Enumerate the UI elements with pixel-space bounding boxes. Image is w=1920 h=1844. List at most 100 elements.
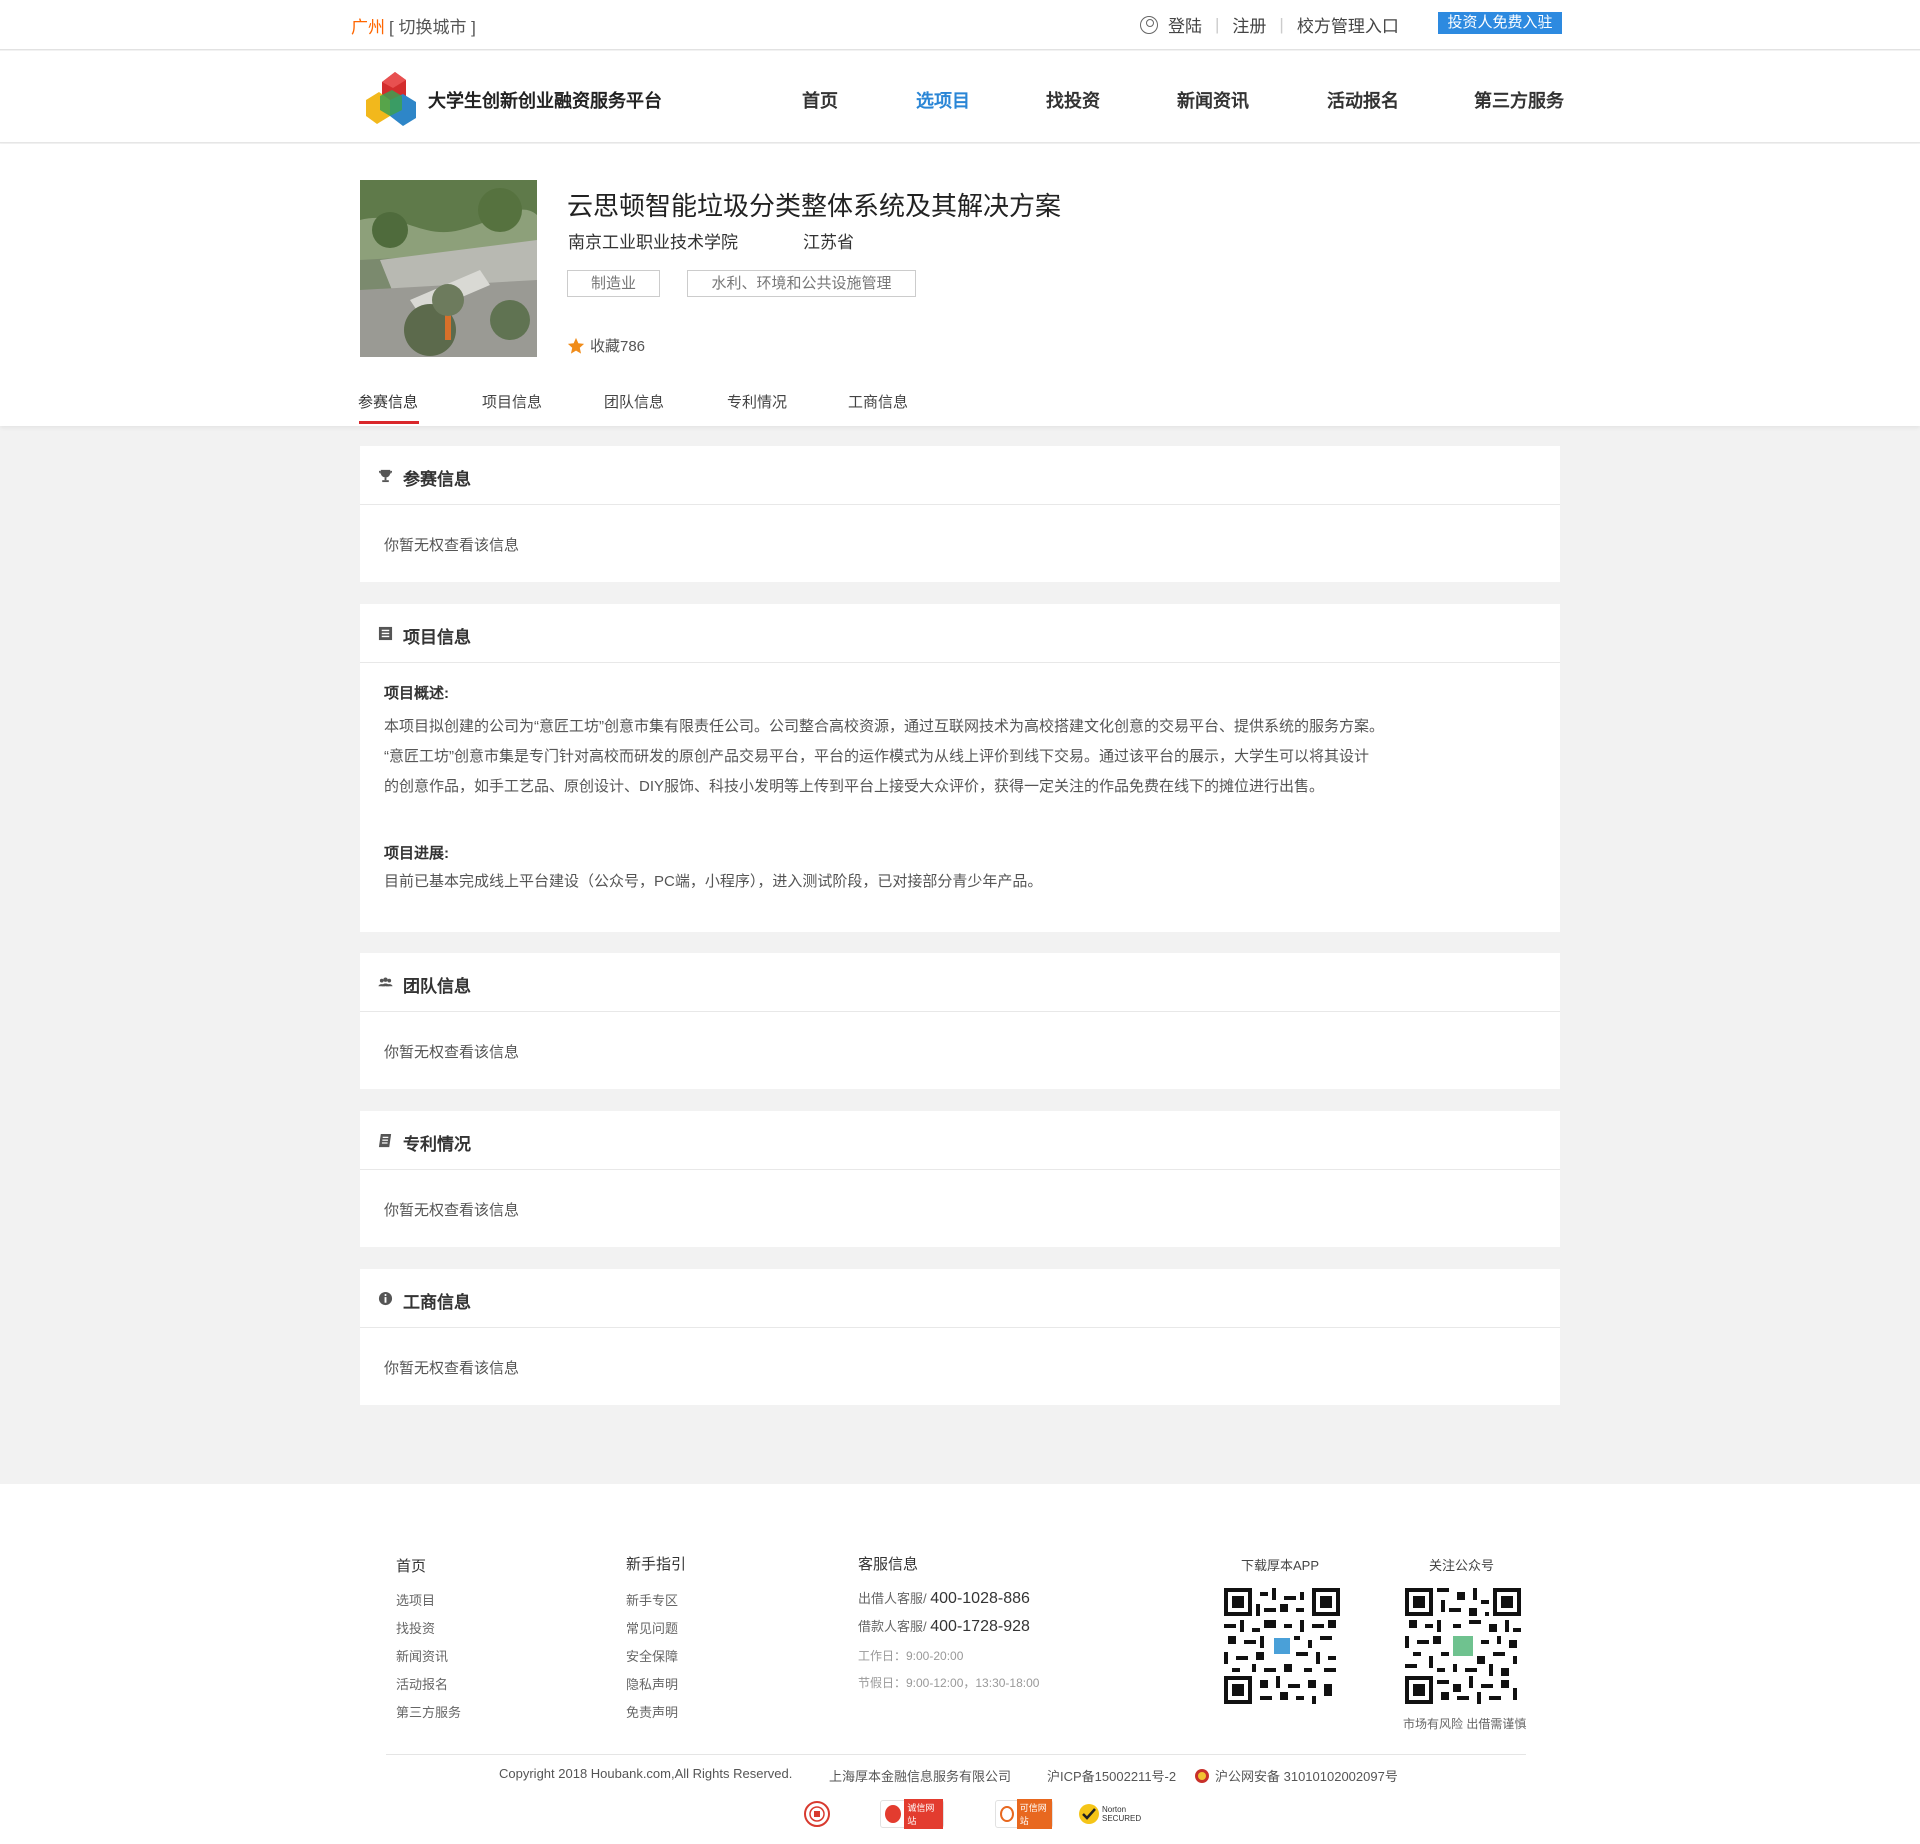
- top-bar-links: 登陆 | 注册 | 校方管理入口: [1140, 12, 1399, 37]
- norton-badge[interactable]: Norton SECURED: [1078, 1800, 1142, 1828]
- footer-link[interactable]: 选项目: [396, 1590, 435, 1609]
- footer-link[interactable]: 活动报名: [396, 1674, 448, 1693]
- nav-third-party-services[interactable]: 第三方服务: [1474, 87, 1564, 113]
- progress-text: 目前已基本完成线上平台建设（公众号，PC端，小程序），进入测试阶段，已对接部分青…: [384, 873, 1043, 890]
- norton-check-icon: [1079, 1804, 1099, 1824]
- favorite-count[interactable]: 收藏786: [567, 335, 645, 356]
- section-patent: 专利情况 你暂无权查看该信息: [360, 1111, 1560, 1247]
- nav-event-signup[interactable]: 活动报名: [1327, 87, 1399, 113]
- no-permission-text: 你暂无权查看该信息: [384, 1202, 520, 1219]
- no-permission-text: 你暂无权查看该信息: [384, 537, 520, 554]
- no-permission-text: 你暂无权查看该信息: [384, 1360, 520, 1377]
- footer-link[interactable]: 免责声明: [626, 1702, 678, 1721]
- credible-site-badge[interactable]: 诚信网站: [880, 1799, 944, 1829]
- badge-label: Norton SECURED: [1102, 1805, 1142, 1823]
- footer: 首页 选项目 找投资 新闻资讯 活动报名 第三方服务 新手指引 新手专区 常见问…: [0, 1484, 1920, 1844]
- progress-label: 项目进展:: [384, 845, 449, 862]
- project-school: 南京工业职业技术学院: [568, 233, 738, 252]
- favorite-label: 收藏786: [590, 338, 646, 355]
- document-icon: [378, 626, 393, 641]
- divider: |: [1279, 14, 1284, 34]
- footer-link[interactable]: 找投资: [396, 1618, 435, 1637]
- nav-select-project[interactable]: 选项目: [916, 87, 970, 113]
- footer-link[interactable]: 第三方服务: [396, 1702, 461, 1721]
- section-header: 工商信息: [360, 1269, 1560, 1328]
- holiday-hours: 节假日：9:00-12:00，13:30-18:00: [858, 1676, 1040, 1690]
- nav-news[interactable]: 新闻资讯: [1177, 87, 1249, 113]
- main-header: 大学生创新创业融资服务平台 首页 选项目 找投资 新闻资讯 活动报名 第三方服务: [0, 51, 1920, 143]
- info-icon: [378, 1291, 393, 1306]
- footer-divider: [386, 1754, 1526, 1755]
- project-thumbnail: [360, 180, 537, 357]
- star-icon: [567, 337, 585, 354]
- footer-link[interactable]: 常见问题: [626, 1618, 678, 1637]
- section-title: 专利情况: [403, 1135, 471, 1154]
- section-team-info: 团队信息 你暂无权查看该信息: [360, 953, 1560, 1089]
- top-bar: 广州 [ 切换城市 ] 登陆 | 注册 | 校方管理入口 投资人免费入驻: [0, 0, 1920, 50]
- company-name: 上海厚本金融信息服务有限公司: [829, 1769, 1012, 1784]
- current-city[interactable]: 广州: [351, 13, 385, 38]
- section-header: 参赛信息: [360, 446, 1560, 505]
- overview-text: 本项目拟创建的公司为“意匠工坊”创意市集有限责任公司。公司整合高校资源，通过互联…: [384, 712, 1484, 802]
- lender-hotline: 出借人客服/ 400-1028-886: [858, 1590, 1030, 1607]
- wechat-follow-title: 关注公众号: [1429, 1558, 1495, 1573]
- tab-patent[interactable]: 专利情况: [727, 391, 787, 412]
- certificate-icon: [378, 1133, 392, 1148]
- school-entry-link[interactable]: 校方管理入口: [1297, 12, 1399, 37]
- overview-line: “意匠工坊”创意市集是专门针对高校而研发的原创产品交易平台，平台的运作模式为从线…: [384, 748, 1369, 765]
- section-business-info: 工商信息 你暂无权查看该信息: [360, 1269, 1560, 1405]
- risk-warning: 市场有风险 出借需谨慎: [1403, 1717, 1527, 1731]
- section-title: 工商信息: [403, 1293, 471, 1312]
- nav-find-investment[interactable]: 找投资: [1046, 87, 1100, 113]
- footer-link[interactable]: 新闻资讯: [396, 1646, 448, 1665]
- brand-name: 大学生创新创业融资服务平台: [428, 91, 662, 111]
- section-title: 项目信息: [403, 628, 471, 647]
- tab-team-info[interactable]: 团队信息: [604, 391, 664, 412]
- nav-home[interactable]: 首页: [802, 87, 838, 113]
- tab-business-info[interactable]: 工商信息: [848, 391, 908, 412]
- badge-label: 可信网站: [1016, 1799, 1052, 1829]
- lender-phone[interactable]: 400-1028-886: [930, 1590, 1030, 1607]
- section-title: 参赛信息: [403, 470, 471, 489]
- footer-link[interactable]: 隐私声明: [626, 1674, 678, 1693]
- police-badge-icon: [1195, 1768, 1209, 1783]
- footer-guide-title: 新手指引: [626, 1556, 687, 1573]
- switch-city-link[interactable]: [ 切换城市 ]: [389, 13, 476, 38]
- divider: |: [1215, 14, 1220, 34]
- seal-badge-icon[interactable]: [802, 1800, 832, 1828]
- credible-site-icon: [885, 1805, 902, 1823]
- industry-tag: 制造业: [567, 270, 660, 297]
- active-tab-indicator: [359, 421, 419, 424]
- project-province: 江苏省: [803, 233, 854, 252]
- no-permission-text: 你暂无权查看该信息: [384, 1044, 520, 1061]
- project-card: 云思顿智能垃圾分类整体系统及其解决方案 南京工业职业技术学院 江苏省 制造业 水…: [0, 144, 1920, 426]
- user-icon: [1140, 15, 1158, 34]
- section-header: 专利情况: [360, 1111, 1560, 1170]
- footer-home-link[interactable]: 首页: [396, 1555, 426, 1576]
- section-header: 项目信息: [360, 604, 1560, 663]
- tab-project-info[interactable]: 项目信息: [482, 391, 542, 412]
- overview-label: 项目概述:: [384, 685, 449, 702]
- overview-line: 的创意作品，如手工艺品、原创设计、DIY服饰、科技小发明等上传到平台上接受大众评…: [384, 778, 1325, 795]
- copyright-text: Copyright 2018 Houbank.com,All Rights Re…: [499, 1766, 793, 1781]
- borrower-hotline: 借款人客服/ 400-1728-928: [858, 1618, 1030, 1635]
- register-link[interactable]: 注册: [1232, 12, 1266, 37]
- overview-line: 本项目拟创建的公司为“意匠工坊”创意市集有限责任公司。公司整合高校资源，通过互联…: [384, 718, 1384, 735]
- login-link[interactable]: 登陆: [1168, 12, 1202, 37]
- investor-signup-button[interactable]: 投资人免费入驻: [1438, 12, 1562, 34]
- industry-tag: 水利、环境和公共设施管理: [687, 270, 916, 297]
- tab-competition[interactable]: 参赛信息: [358, 391, 418, 412]
- icp-record[interactable]: 沪ICP备15002211号-2: [1047, 1766, 1176, 1785]
- footer-link[interactable]: 新手专区: [626, 1590, 678, 1609]
- police-record[interactable]: 沪公网安备 31010102002097号: [1194, 1766, 1398, 1785]
- footer-link[interactable]: 安全保障: [626, 1646, 678, 1665]
- borrower-phone[interactable]: 400-1728-928: [930, 1618, 1030, 1635]
- app-qr-code[interactable]: [1224, 1588, 1340, 1704]
- footer-service-title: 客服信息: [858, 1556, 919, 1573]
- trusted-site-badge[interactable]: 可信网站: [995, 1799, 1053, 1829]
- section-title: 团队信息: [403, 977, 471, 996]
- wechat-qr-code[interactable]: [1405, 1588, 1521, 1704]
- brand-logo[interactable]: [362, 66, 422, 128]
- section-project-info: 项目信息 项目概述: 本项目拟创建的公司为“意匠工坊”创意市集有限责任公司。公司…: [360, 604, 1560, 932]
- trophy-icon: [378, 469, 393, 483]
